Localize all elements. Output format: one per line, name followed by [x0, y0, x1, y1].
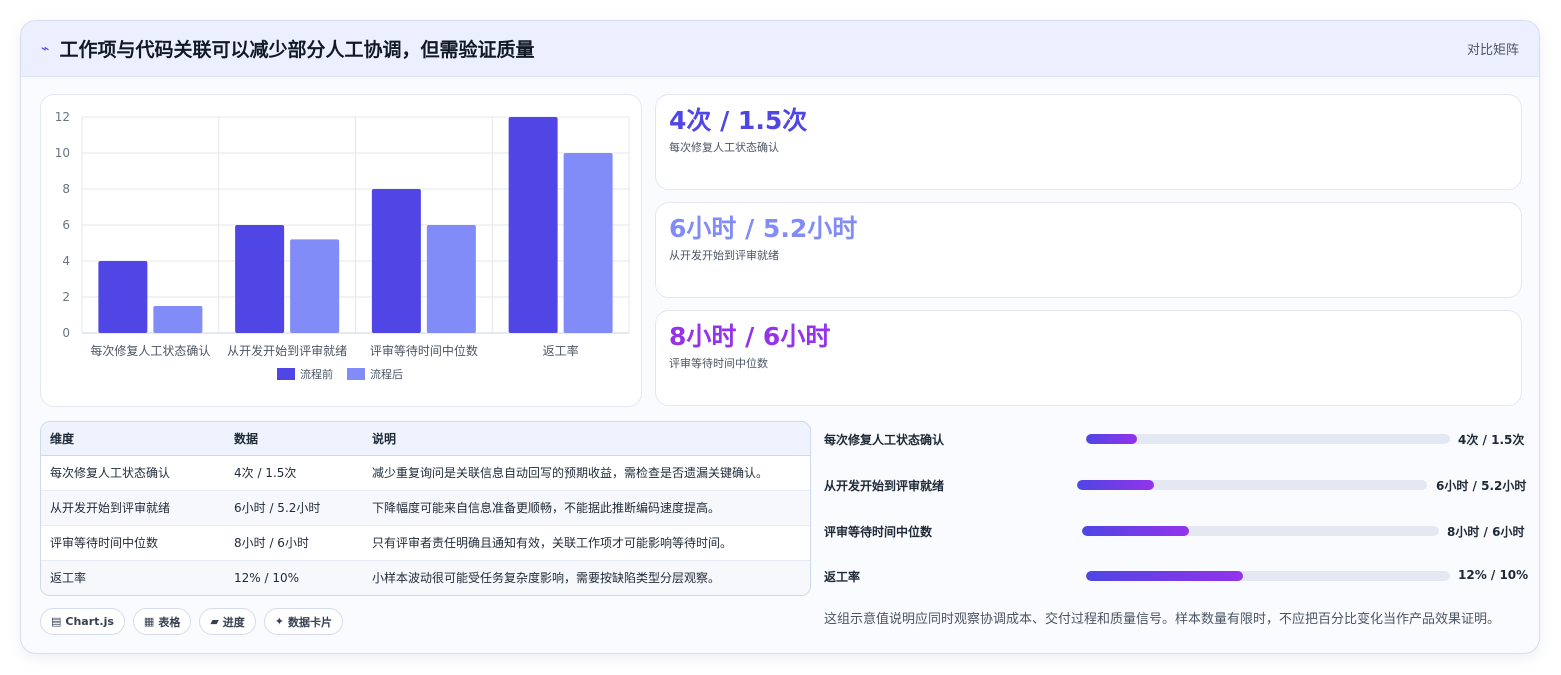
y-tick-label: 10	[55, 146, 70, 160]
bar-chart-panel: 0 2 4 6 8 10 12 每次修复人工状态确认 从开发开始到评审就绪 评审等待时间中位数 返工…	[40, 94, 642, 407]
table-cell: 12% / 10%	[225, 560, 363, 595]
stat-label-2: 从开发开始到评审就绪	[669, 249, 779, 262]
stat-label-1: 每次修复人工状态确认	[669, 141, 779, 154]
table-cell: 4次 / 1.5次	[225, 455, 363, 491]
y-tick-label: 12	[55, 110, 70, 124]
footnote: 这组示意值说明应同时观察协调成本、交付过程和质量信号。样本数量有限时，不应把百分…	[824, 612, 1501, 627]
table-cell: 8小时 / 6小时	[225, 525, 363, 561]
legend-label: 流程后	[370, 367, 403, 381]
progress-label: 每次修复人工状态确认	[824, 433, 945, 447]
chip-progress[interactable]: ▰ 进度	[199, 608, 256, 635]
x-tick-label: 从开发开始到评审就绪	[227, 343, 347, 358]
legend-label: 流程前	[300, 367, 333, 381]
legend-swatch	[277, 368, 295, 380]
y-tick-label: 0	[62, 326, 70, 340]
bar	[98, 261, 148, 333]
progress-row: 每次修复人工状态确认 4次 / 1.5次	[824, 429, 1525, 449]
table-cell: 只有评审者责任明确且通知有效，关联工作项才可能影响等待时间。	[363, 525, 810, 561]
progress-fill	[1082, 526, 1190, 536]
stat-value-1: 4次 / 1.5次	[669, 106, 808, 135]
chip-label: 进度	[222, 615, 245, 629]
card-header: ⌁ 工作项与代码关联可以减少部分人工协调，但需验证质量 对比矩阵	[21, 21, 1539, 77]
table-row: 返工率 12% / 10% 小样本波动很可能受任务复杂度影响，需要按缺陷类型分层…	[41, 560, 810, 595]
table-icon: ▦	[143, 615, 155, 628]
table-row: 每次修复人工状态确认 4次 / 1.5次 减少重复询问是关联信息自动回写的预期收…	[41, 455, 810, 491]
bar	[508, 117, 558, 333]
table-cell: 6小时 / 5.2小时	[225, 490, 363, 526]
chip-data-cards[interactable]: ✦ 数据卡片	[263, 608, 344, 635]
progress-row: 评审等待时间中位数 8小时 / 6小时	[824, 521, 1525, 541]
progress-value: 8小时 / 6小时	[1447, 525, 1525, 539]
stat-value-3: 8小时 / 6小时	[669, 322, 831, 351]
progress-label: 从开发开始到评审就绪	[824, 479, 945, 493]
chip-label: Chart.js	[65, 615, 114, 628]
table-row: 评审等待时间中位数 8小时 / 6小时 只有评审者责任明确且通知有效，关联工作项…	[41, 525, 810, 561]
chip-label: 数据卡片	[288, 615, 333, 629]
progress-value: 4次 / 1.5次	[1458, 433, 1525, 447]
progress-fill	[1077, 480, 1154, 490]
stat-card-1: 4次 / 1.5次 每次修复人工状态确认	[655, 94, 1522, 190]
bar	[426, 225, 476, 333]
feature-chips: ▤ Chart.js ▦ 表格 ▰ 进度 ✦ 数据卡片	[40, 608, 344, 635]
y-tick-label: 8	[62, 182, 70, 196]
progress-row: 从开发开始到评审就绪 6小时 / 5.2小时	[824, 475, 1526, 495]
progress-value: 6小时 / 5.2小时	[1436, 479, 1527, 493]
sparkle-icon: ✦	[274, 615, 285, 628]
y-tick-label: 6	[62, 218, 70, 232]
bolt-icon: ⌁	[41, 40, 50, 57]
progress-label: 返工率	[824, 570, 861, 584]
y-tick-label: 4	[62, 254, 70, 268]
column-header-note: 说明	[363, 422, 810, 456]
stat-value-2: 6小时 / 5.2小时	[669, 214, 858, 243]
column-header-dimension: 维度	[41, 422, 225, 456]
bar	[563, 153, 613, 333]
table-cell: 每次修复人工状态确认	[41, 455, 225, 491]
stat-card-2: 6小时 / 5.2小时 从开发开始到评审就绪	[655, 202, 1522, 298]
progress-fill	[1086, 571, 1243, 581]
comparison-card: ⌁ 工作项与代码关联可以减少部分人工协调，但需验证质量 对比矩阵 0 2 4 6 8 10…	[20, 20, 1540, 654]
progress-track	[1086, 434, 1450, 444]
table-row: 从开发开始到评审就绪 6小时 / 5.2小时 下降幅度可能来自信息准备更顺畅，不…	[41, 490, 810, 526]
table-cell: 评审等待时间中位数	[41, 525, 225, 561]
bar	[235, 225, 285, 333]
bar	[371, 189, 421, 333]
matrix-tag: 对比矩阵	[1466, 43, 1519, 58]
stat-card-3: 8小时 / 6小时 评审等待时间中位数	[655, 310, 1522, 406]
bar-chart: 0 2 4 6 8 10 12 每次修复人工状态确认 从开发开始到评审就绪 评审等待时间中位数 返工…	[55, 110, 630, 381]
progress-label: 评审等待时间中位数	[824, 525, 933, 539]
bar	[290, 239, 340, 333]
table-header-row: 维度 数据 说明	[41, 422, 810, 456]
progress-track	[1086, 571, 1450, 581]
progress-fill	[1086, 434, 1137, 444]
table-cell: 从开发开始到评审就绪	[41, 490, 225, 526]
progress-icon: ▰	[210, 615, 219, 628]
chart-icon: ▤	[51, 615, 62, 628]
data-table: 维度 数据 说明 每次修复人工状态确认 4次 / 1.5次 减少重复询问是关联信…	[40, 421, 811, 596]
x-tick-label: 返工率	[543, 343, 579, 358]
x-tick-label: 评审等待时间中位数	[370, 343, 478, 358]
progress-value: 12% / 10%	[1458, 568, 1529, 582]
progress-track	[1082, 526, 1439, 536]
progress-track	[1077, 480, 1427, 490]
table-cell: 下降幅度可能来自信息准备更顺畅，不能据此推断编码速度提高。	[363, 490, 810, 526]
chip-label: 表格	[158, 615, 181, 629]
x-tick-label: 每次修复人工状态确认	[90, 343, 210, 358]
y-tick-label: 2	[62, 290, 70, 304]
card-title: 工作项与代码关联可以减少部分人工协调，但需验证质量	[59, 39, 535, 61]
table-cell: 减少重复询问是关联信息自动回写的预期收益，需检查是否遗漏关键确认。	[363, 455, 810, 491]
chip-chartjs[interactable]: ▤ Chart.js	[40, 608, 125, 635]
chip-table[interactable]: ▦ 表格	[132, 608, 192, 635]
table-cell: 小样本波动很可能受任务复杂度影响，需要按缺陷类型分层观察。	[363, 560, 810, 595]
stat-label-3: 评审等待时间中位数	[669, 357, 768, 370]
bar	[153, 306, 203, 333]
table-cell: 返工率	[41, 560, 225, 595]
legend-swatch	[347, 368, 365, 380]
column-header-data: 数据	[225, 422, 363, 456]
progress-row: 返工率 12% / 10%	[824, 566, 1528, 586]
